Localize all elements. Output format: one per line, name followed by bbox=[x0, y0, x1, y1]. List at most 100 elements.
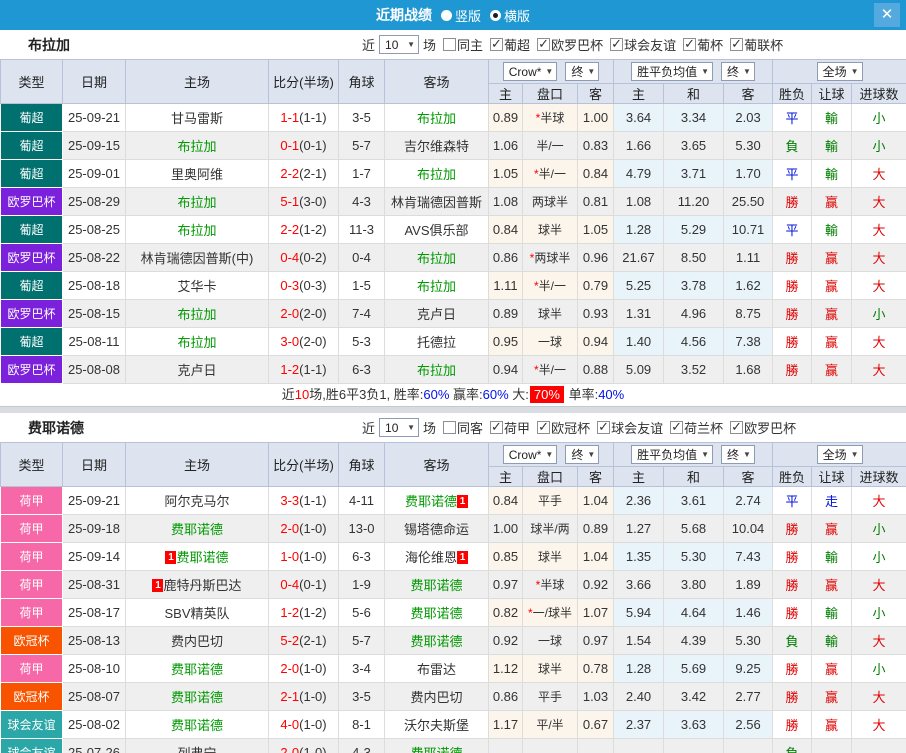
match-count-select[interactable]: 10▼ bbox=[379, 35, 419, 54]
result-cell: 小 bbox=[852, 515, 906, 543]
odds-cell: 0.97 bbox=[578, 627, 614, 655]
team-name: 托德拉 bbox=[417, 335, 456, 350]
league-filter-checkbox[interactable] bbox=[610, 38, 623, 51]
avg-odds-cell: 21.67 bbox=[614, 244, 664, 272]
league-filter-checkbox[interactable] bbox=[670, 421, 683, 434]
odds-cell: 0.86 bbox=[489, 244, 523, 272]
result-cell bbox=[812, 739, 852, 753]
section-header-feyenoord: 费耶诺德 近10▼场同客荷甲欧冠杯球会友谊荷兰杯欧罗巴杯 bbox=[0, 413, 906, 442]
avg-type-select[interactable]: 胜平负均值▼ bbox=[631, 445, 713, 464]
away-team-cell: AVS俱乐部 bbox=[385, 216, 489, 244]
scope-select[interactable]: 全场▼ bbox=[817, 445, 863, 464]
score-cell: 1-1(1-1) bbox=[269, 104, 339, 132]
team-name: 克卢日 bbox=[417, 307, 456, 322]
layout-radio-vertical[interactable] bbox=[441, 10, 452, 21]
same-venue-label: 同客 bbox=[457, 418, 483, 437]
layout-radio-horizontal[interactable] bbox=[490, 10, 501, 21]
halftime-score: (1-0) bbox=[299, 745, 326, 753]
odds-cell: 1.04 bbox=[578, 543, 614, 571]
match-count-select[interactable]: 10▼ bbox=[379, 418, 419, 437]
result-cell: 小 bbox=[852, 599, 906, 627]
col-handicap-result: 让球 bbox=[812, 467, 852, 487]
league-filter-checkbox[interactable] bbox=[730, 38, 743, 51]
avg-period-select[interactable]: 终▼ bbox=[721, 62, 755, 81]
league-filter-label: 欧罗巴杯 bbox=[744, 418, 796, 437]
avg-odds-cell: 2.03 bbox=[724, 104, 773, 132]
odds-cell: 1.08 bbox=[489, 188, 523, 216]
odds-source-select[interactable]: Crow*▼ bbox=[503, 445, 558, 464]
team-name: 费耶诺德 bbox=[410, 746, 462, 753]
home-team-cell: 克卢日 bbox=[126, 356, 269, 384]
col-avg-home: 主 bbox=[614, 84, 664, 104]
avg-odds-cell: 5.68 bbox=[664, 515, 724, 543]
odds-source-select[interactable]: Crow*▼ bbox=[503, 62, 558, 81]
avg-odds-cell: 4.96 bbox=[664, 300, 724, 328]
league-type-badge: 欧罗巴杯 bbox=[1, 300, 63, 328]
score-cell: 0-3(0-3) bbox=[269, 272, 339, 300]
avg-period-select[interactable]: 终▼ bbox=[721, 445, 755, 464]
col-handicap: 盘口 bbox=[523, 84, 578, 104]
avg-type-select[interactable]: 胜平负均值▼ bbox=[631, 62, 713, 81]
match-date: 25-08-18 bbox=[63, 272, 126, 300]
score-cell: 5-2(2-1) bbox=[269, 627, 339, 655]
league-type-badge: 欧冠杯 bbox=[1, 683, 63, 711]
matches-table-braga: 类型 日期 主场 比分(半场) 角球 客场 Crow*▼终▼ 胜平负均值▼终▼ … bbox=[0, 59, 906, 384]
league-filter-checkbox[interactable] bbox=[597, 421, 610, 434]
team-name: 布拉加 bbox=[417, 167, 456, 182]
league-filter-checkbox[interactable] bbox=[490, 38, 503, 51]
corners-cell: 7-4 bbox=[339, 300, 385, 328]
col-handicap-result: 让球 bbox=[812, 84, 852, 104]
team-name: 阿尔克马尔 bbox=[164, 494, 229, 509]
result-cell: 赢 bbox=[812, 683, 852, 711]
corners-cell: 4-3 bbox=[339, 188, 385, 216]
team-name: 吉尔维森特 bbox=[404, 139, 469, 154]
match-row: 荷甲25-09-141费耶诺德1-0(1-0)6-3海伦维恩10.85球半1.0… bbox=[1, 543, 906, 571]
avg-odds-cell: 5.30 bbox=[724, 627, 773, 655]
league-filter-checkbox[interactable] bbox=[490, 421, 503, 434]
match-row: 欧罗巴杯25-08-08克卢日1-2(1-1)6-3布拉加0.94*半/一0.8… bbox=[1, 356, 906, 384]
avg-odds-cell: 3.34 bbox=[664, 104, 724, 132]
halftime-score: (2-0) bbox=[299, 334, 326, 349]
corners-cell: 1-7 bbox=[339, 160, 385, 188]
league-filter-checkbox[interactable] bbox=[683, 38, 696, 51]
avg-odds-cell: 3.61 bbox=[664, 487, 724, 515]
avg-odds-cell: 3.80 bbox=[664, 571, 724, 599]
same-venue-checkbox[interactable] bbox=[443, 421, 456, 434]
avg-odds-cell: 1.28 bbox=[614, 216, 664, 244]
odds-period-select[interactable]: 终▼ bbox=[565, 62, 599, 81]
odds-cell: 1.03 bbox=[578, 683, 614, 711]
avg-odds-cell: 2.37 bbox=[614, 711, 664, 739]
league-filter-label: 欧冠杯 bbox=[551, 418, 590, 437]
match-row: 欧罗巴杯25-08-15布拉加2-0(2-0)7-4克卢日0.89球半0.931… bbox=[1, 300, 906, 328]
odds-period-select[interactable]: 终▼ bbox=[565, 445, 599, 464]
avg-odds-cell: 1.35 bbox=[614, 543, 664, 571]
games-label: 场 bbox=[423, 418, 436, 437]
avg-odds-cell: 1.68 bbox=[724, 356, 773, 384]
odds-cell bbox=[489, 739, 523, 753]
col-type: 类型 bbox=[1, 443, 63, 487]
score-cell: 0-4(0-2) bbox=[269, 244, 339, 272]
league-filter-checkbox[interactable] bbox=[537, 421, 550, 434]
halftime-score: (1-0) bbox=[299, 717, 326, 732]
chevron-down-icon: ▼ bbox=[851, 450, 859, 459]
close-icon[interactable]: ✕ bbox=[874, 3, 900, 27]
avg-odds-cell: 3.66 bbox=[614, 571, 664, 599]
score-cell: 2-2(2-1) bbox=[269, 160, 339, 188]
result-cell: 大 bbox=[852, 244, 906, 272]
score-cell: 1-2(1-1) bbox=[269, 356, 339, 384]
summary-part: 赢率: bbox=[449, 387, 482, 402]
summary-part: 大: bbox=[509, 387, 529, 402]
scope-select[interactable]: 全场▼ bbox=[817, 62, 863, 81]
odds-cell: 0.89 bbox=[489, 104, 523, 132]
result-cell: 赢 bbox=[812, 515, 852, 543]
match-row: 欧冠杯25-08-13费内巴切5-2(2-1)5-7费耶诺德0.92一球0.97… bbox=[1, 627, 906, 655]
league-filter-checkbox[interactable] bbox=[730, 421, 743, 434]
league-filter-checkbox[interactable] bbox=[537, 38, 550, 51]
same-venue-checkbox[interactable] bbox=[443, 38, 456, 51]
red-card-badge: 1 bbox=[457, 495, 468, 508]
avg-odds-cell: 7.38 bbox=[724, 328, 773, 356]
result-cell: 走 bbox=[812, 487, 852, 515]
halftime-score: (2-1) bbox=[299, 166, 326, 181]
col-goals: 进球数 bbox=[852, 84, 906, 104]
match-row: 葡超25-08-18艾华卡0-3(0-3)1-5布拉加1.11*半/一0.795… bbox=[1, 272, 906, 300]
